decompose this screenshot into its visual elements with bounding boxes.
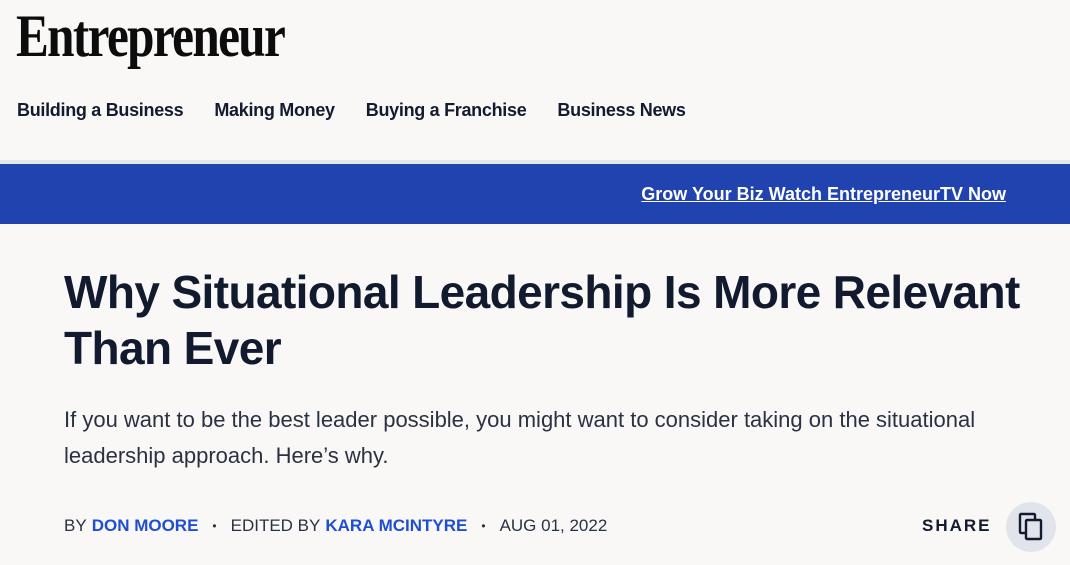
share-label[interactable]: SHARE	[922, 516, 992, 536]
promo-link-entrepreneurtv[interactable]: Grow Your Biz Watch EntrepreneurTV Now	[641, 184, 1006, 205]
article-byline: BY DON MOORE • EDITED BY KARA MCINTYRE •…	[64, 516, 607, 536]
byline-edited-prefix: EDITED BY	[230, 516, 321, 535]
article-title: Why Situational Leadership Is More Relev…	[64, 266, 1020, 374]
publish-date: AUG 01, 2022	[499, 516, 608, 535]
article-dek: If you want to be the best leader possib…	[64, 407, 976, 468]
entrepreneur-logo[interactable]: Entrepreneur	[16, 6, 286, 66]
nav-item-buying-a-franchise[interactable]: Buying a Franchise	[366, 100, 527, 121]
promo-banner: Grow Your Biz Watch EntrepreneurTV Now	[0, 164, 1070, 224]
nav-item-building-a-business[interactable]: Building a Business	[17, 100, 184, 121]
copy-icon	[1017, 512, 1045, 542]
byline-separator: •	[481, 519, 486, 533]
nav-item-making-money[interactable]: Making Money	[214, 100, 335, 121]
site-header: Entrepreneur Building a Business Making …	[0, 0, 1070, 160]
article-header: Why Situational Leadership Is More Relev…	[64, 264, 1064, 474]
nav-item-business-news[interactable]: Business News	[557, 100, 685, 121]
main-nav: Building a Business Making Money Buying …	[17, 100, 686, 121]
byline-by-prefix: BY	[64, 516, 87, 535]
editor-link[interactable]: KARA MCINTYRE	[325, 516, 467, 536]
author-link[interactable]: DON MOORE	[92, 516, 199, 536]
share-button[interactable]	[1006, 502, 1056, 552]
byline-separator: •	[212, 519, 217, 533]
